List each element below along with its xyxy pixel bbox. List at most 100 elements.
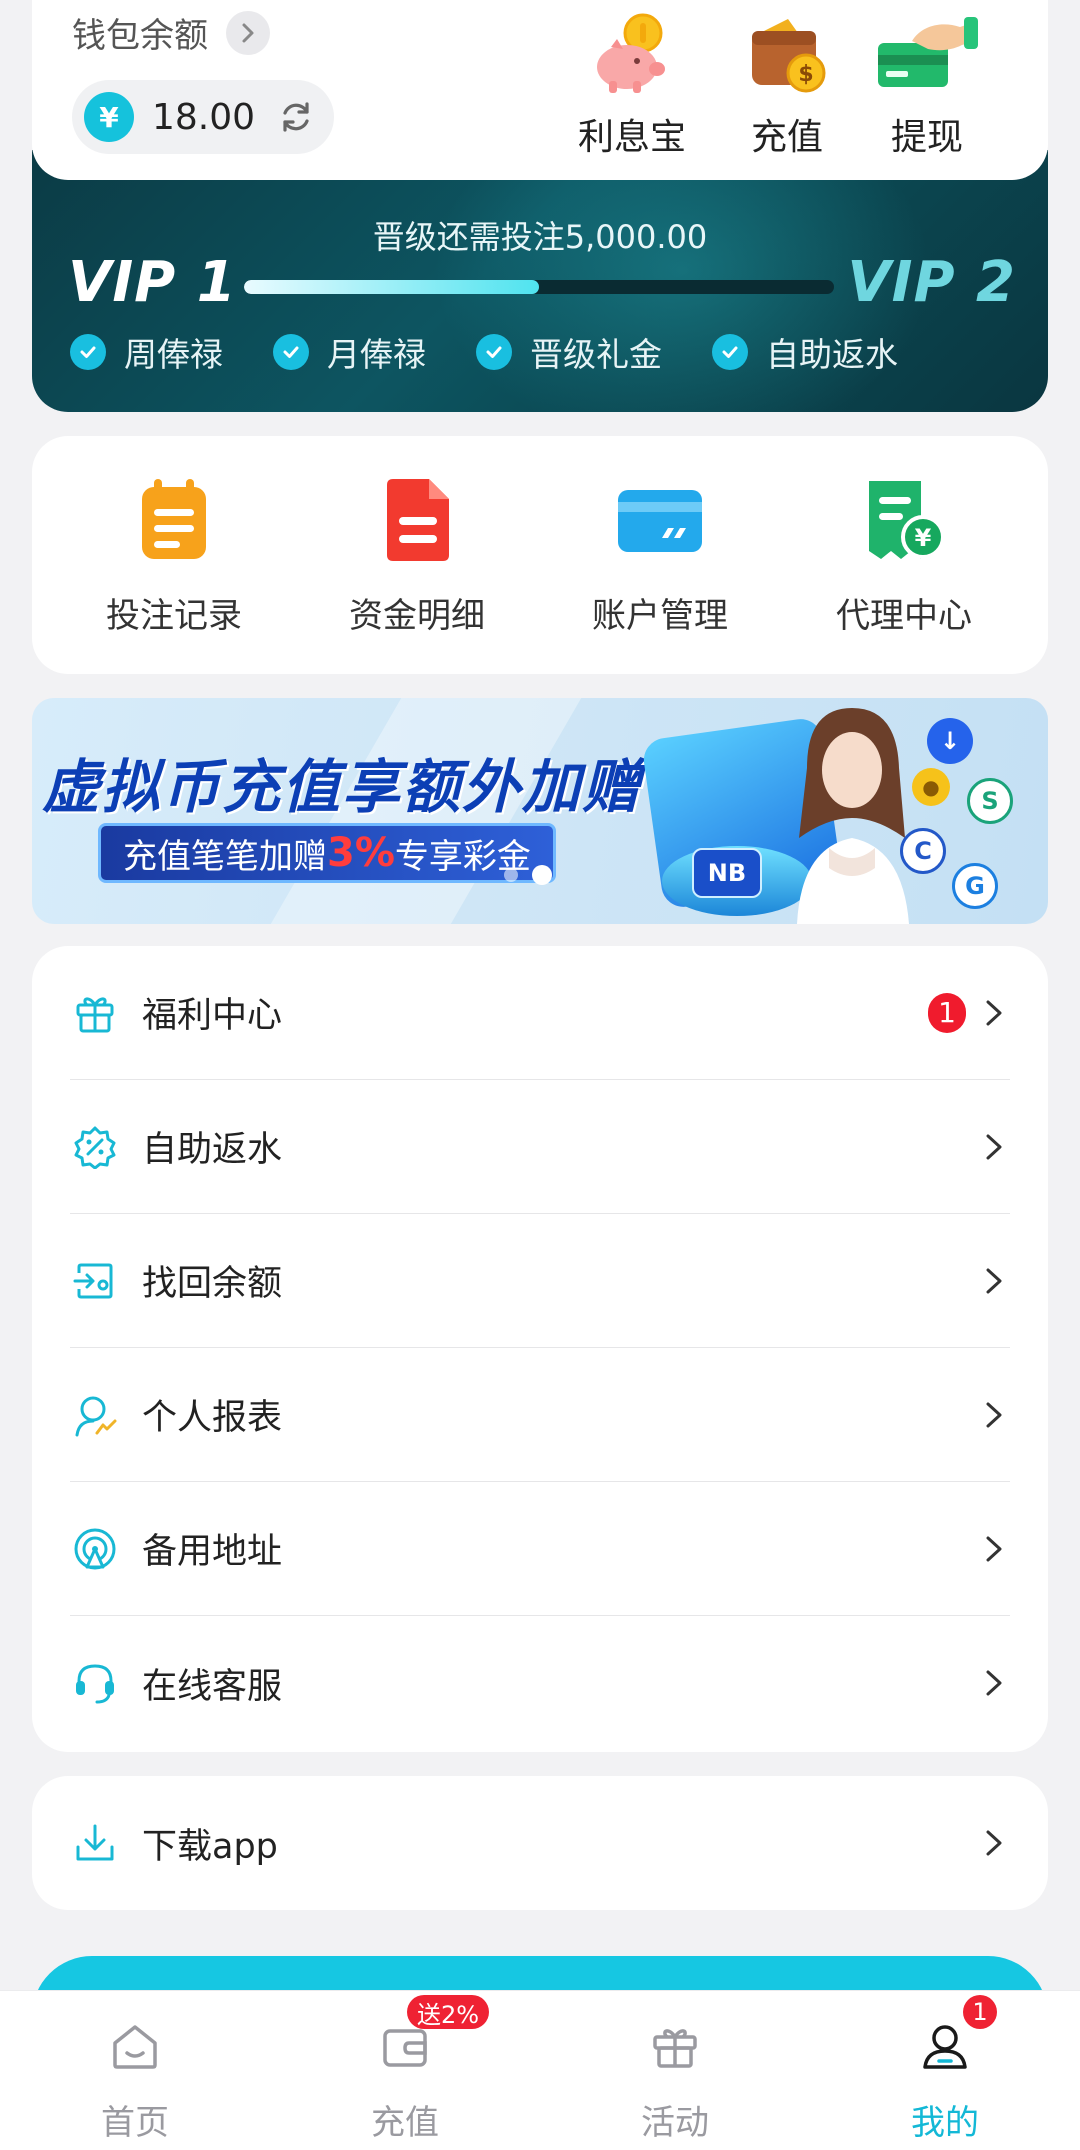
menu-item-label: 在线客服 — [142, 1666, 283, 1707]
check-icon — [476, 334, 512, 370]
nb-logo: NB — [692, 848, 762, 898]
balance-value: 18.00 — [152, 96, 256, 138]
nav-label: 我的 — [911, 2103, 979, 2143]
nav-recharge[interactable]: 送2% 充值 — [315, 1995, 495, 2144]
promo-headline: 虚拟币充值享额外加赠 — [42, 753, 643, 821]
bottom-nav: 首页 送2% 充值 活动 1 我的 — [0, 1990, 1080, 2150]
receipt-yen-icon: ¥ — [804, 472, 1004, 568]
menu-item-welfare-center[interactable]: 福利中心 1 — [70, 946, 1010, 1080]
chevron-right-icon — [986, 1268, 1002, 1293]
headset-icon — [70, 1661, 120, 1705]
chevron-right-icon[interactable] — [226, 10, 270, 55]
menu-item-label: 备用地址 — [142, 1532, 283, 1572]
nav-mine[interactable]: 1 我的 — [855, 1995, 1035, 2144]
check-icon — [70, 334, 106, 370]
signal-tower-icon — [70, 1527, 120, 1571]
bank-card-icon — [560, 472, 760, 568]
chevron-right-icon — [986, 1000, 1002, 1025]
carousel-dot-active[interactable] — [532, 865, 552, 885]
card-hand-icon — [852, 8, 1002, 104]
promo-sub-highlight: 3% — [327, 830, 395, 876]
check-icon — [273, 334, 309, 370]
chevron-right-icon — [986, 1402, 1002, 1427]
wallet-card: 钱包余额 ¥ 18.00 利息宝 $ 充值 提现 — [32, 0, 1048, 180]
menu-item-backup-address[interactable]: 备用地址 — [70, 1482, 1010, 1616]
vip-current-level: VIP 1 — [68, 250, 237, 315]
menu-item-personal-report[interactable]: 个人报表 — [70, 1348, 1010, 1482]
menu-item-download-app[interactable]: 下载app — [70, 1776, 1010, 1910]
shortcut-fund-details[interactable]: 资金明细 — [317, 472, 517, 637]
vip-next-level: VIP 2 — [847, 250, 1016, 315]
vip-perks: 周俸禄 月俸禄 晋级礼金 自助返水 — [70, 328, 948, 376]
shortcut-bet-records[interactable]: 投注记录 — [74, 472, 274, 637]
gift-icon — [70, 991, 120, 1035]
quick-action-recharge[interactable]: $ 充值 — [712, 8, 862, 160]
piggy-bank-icon — [557, 8, 707, 104]
nav-home[interactable]: 首页 — [45, 2017, 225, 2144]
menu-item-recover-balance[interactable]: 找回余额 — [70, 1214, 1010, 1348]
promo-banner[interactable]: 虚拟币充值享额外加赠 充值笔笔加赠 3% 专享彩金 NB ↓ S C G ● — [32, 698, 1048, 924]
notification-badge: 1 — [963, 1995, 997, 2029]
profile-icon: 1 — [855, 1995, 1035, 2077]
shortcut-agent-center[interactable]: ¥ 代理中心 — [804, 472, 1004, 637]
menu-item-label: 自助返水 — [142, 1130, 283, 1170]
menu-item-online-service[interactable]: 在线客服 — [70, 1616, 1010, 1750]
nav-activity[interactable]: 活动 — [585, 2017, 765, 2144]
shortcut-label: 代理中心 — [836, 596, 972, 636]
vip-perk: 自助返水 — [712, 328, 898, 376]
menu-item-label: 下载app — [142, 1826, 278, 1867]
download-card: 下载app — [32, 1776, 1048, 1910]
carousel-dot[interactable] — [504, 868, 518, 882]
menu-card: 福利中心 1 自助返水 找回余额 个人报表 备用地址 在线客服 — [32, 946, 1048, 1752]
gift-box-icon — [585, 2017, 765, 2077]
menu-item-label: 福利中心 — [142, 996, 283, 1036]
menu-item-self-rebate[interactable]: 自助返水 — [70, 1080, 1010, 1214]
shortcut-label: 资金明细 — [349, 596, 485, 636]
percent-badge-icon — [70, 1125, 120, 1169]
quick-action-interest[interactable]: 利息宝 — [557, 8, 707, 160]
vip-banner[interactable]: 晋级还需投注5,000.00 VIP 1 VIP 2 周俸禄 月俸禄 晋级礼金 … — [32, 150, 1048, 412]
check-icon — [712, 334, 748, 370]
quick-action-label: 利息宝 — [577, 117, 686, 158]
shortcut-account-management[interactable]: 账户管理 — [560, 472, 760, 637]
menu-item-label: 个人报表 — [142, 1398, 283, 1438]
model-illustration — [797, 708, 909, 924]
wallet-title: 钱包余额 — [72, 16, 208, 56]
vip-perk-label: 晋级礼金 — [530, 335, 662, 374]
wallet-title-row[interactable]: 钱包余额 — [72, 8, 270, 57]
menu-item-label: 找回余额 — [142, 1264, 283, 1304]
chevron-right-icon — [986, 1536, 1002, 1561]
vip-perk: 月俸禄 — [273, 328, 426, 376]
chevron-right-icon — [986, 1134, 1002, 1159]
vip-perk-label: 周俸禄 — [124, 335, 223, 374]
quick-action-withdraw[interactable]: 提现 — [852, 8, 1002, 160]
document-icon — [317, 472, 517, 568]
shortcut-label: 账户管理 — [592, 596, 728, 636]
notification-badge: 1 — [928, 992, 966, 1033]
promo-subtitle: 充值笔笔加赠 3% 专享彩金 — [98, 823, 556, 883]
chevron-right-icon — [986, 1830, 1002, 1856]
coin-icon: C — [900, 828, 946, 874]
wallet-icon: 送2% — [315, 1995, 495, 2077]
refresh-icon[interactable] — [276, 97, 316, 137]
chevron-right-icon — [986, 1670, 1002, 1696]
clipboard-icon — [74, 472, 274, 568]
user-chart-icon — [70, 1393, 120, 1437]
download-icon — [70, 1821, 120, 1865]
vip-perk: 周俸禄 — [70, 328, 223, 376]
vip-progress-bar — [244, 280, 834, 294]
quick-action-label: 提现 — [890, 117, 963, 158]
shortcut-card: 投注记录 资金明细 账户管理 ¥ 代理中心 — [32, 436, 1048, 674]
wallet-transfer-icon — [70, 1259, 120, 1303]
wallet-coin-icon: $ — [712, 8, 862, 104]
coin-icon: ↓ — [927, 718, 973, 764]
carousel-indicator — [504, 865, 552, 885]
promo-badge: 送2% — [407, 1995, 490, 2029]
shortcut-label: 投注记录 — [106, 596, 242, 636]
vip-perk-label: 月俸禄 — [327, 335, 426, 374]
quick-actions: 利息宝 $ 充值 提现 — [557, 8, 1017, 173]
coin-icon: ● — [912, 768, 950, 806]
coin-icon: S — [967, 778, 1013, 824]
home-icon — [45, 2017, 225, 2077]
balance-pill: ¥ 18.00 — [72, 80, 334, 154]
